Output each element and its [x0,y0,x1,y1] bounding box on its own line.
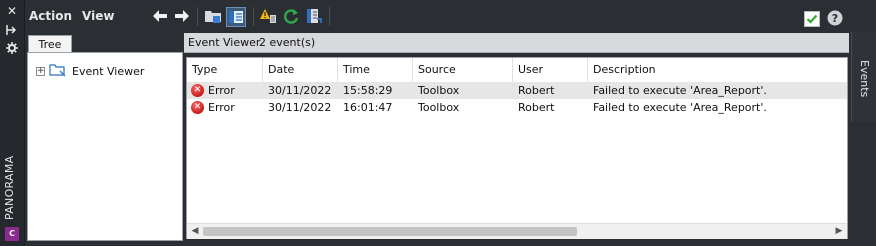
cell-source: Toolbox [418,84,460,97]
events-tab-label: Events [858,60,871,98]
warning-filter-icon[interactable] [259,7,277,25]
help-icon[interactable]: ? [827,10,843,26]
cell-user: Robert [518,101,555,114]
cell-date: 30/11/2022 [268,101,332,114]
horizontal-scrollbar[interactable]: ◀ ▶ [187,223,847,239]
left-strip: ✕ PANORAMA C [0,0,25,246]
toolbar: Action View ? [25,0,850,32]
cell-type: Error [208,84,235,97]
events-table: Type Date Time Source User Description ✕… [186,57,848,239]
settings-icon[interactable] [4,42,20,54]
column-header-description[interactable]: Description [588,58,847,82]
event-viewer-folder-icon [49,63,67,80]
menu-action[interactable]: Action [29,9,72,23]
cell-description: Failed to execute 'Area_Report'. [593,84,767,97]
tree-node-event-viewer[interactable]: + Event Viewer [36,63,144,79]
back-arrow-icon[interactable] [151,7,169,25]
event-count: 2 event(s) [259,36,316,49]
toolbar-separator [253,7,254,26]
events-side-tab[interactable]: Events [851,32,876,122]
details-pane-icon[interactable] [226,7,246,27]
tree-tabbar: Tree [25,33,183,53]
table-row[interactable]: ✕ Error 30/11/2022 15:58:29 Toolbox Robe… [187,82,847,99]
auto-hide-icon[interactable] [4,24,20,36]
svg-text:?: ? [832,12,838,25]
forward-arrow-icon[interactable] [173,7,191,25]
checkbox-enabled-icon[interactable] [804,11,820,27]
column-header-type[interactable]: Type [187,58,263,82]
tree-panel: + Event Viewer [27,52,183,241]
cell-user: Robert [518,84,555,97]
cell-date: 30/11/2022 [268,84,332,97]
column-header-source[interactable]: Source [413,58,513,82]
menu-view[interactable]: View [82,9,114,23]
tab-tree[interactable]: Tree [28,35,72,53]
column-header-time[interactable]: Time [338,58,413,82]
table-row[interactable]: ✕ Error 30/11/2022 16:01:47 Toolbox Robe… [187,99,847,116]
palette-title: PANORAMA [3,155,16,220]
app-badge-icon: C [5,227,19,241]
panel-title: Event Viewer [188,36,261,49]
folder-view-icon[interactable] [204,7,222,25]
close-icon[interactable]: ✕ [4,5,20,17]
cell-source: Toolbox [418,101,460,114]
column-header-date[interactable]: Date [263,58,338,82]
refresh-icon[interactable] [282,7,300,25]
cell-time: 15:58:29 [343,84,393,97]
main-header: Event Viewer 2 event(s) [184,33,849,53]
tree-node-label: Event Viewer [72,64,145,78]
cell-description: Failed to execute 'Area_Report'. [593,101,767,114]
main-area: Type Date Time Source User Description ✕… [184,53,848,239]
scroll-thumb[interactable] [203,227,577,236]
column-header-user[interactable]: User [513,58,588,82]
error-icon: ✕ [191,101,204,114]
toolbar-separator [197,7,198,26]
cell-time: 16:01:47 [343,101,393,114]
toolbar-separator [329,7,330,26]
scroll-right-arrow-icon[interactable]: ▶ [833,225,845,237]
export-log-icon[interactable] [305,7,323,25]
cell-type: Error [208,101,235,114]
expand-icon[interactable]: + [36,66,45,76]
scroll-left-arrow-icon[interactable]: ◀ [189,225,201,237]
error-icon: ✕ [191,84,204,97]
